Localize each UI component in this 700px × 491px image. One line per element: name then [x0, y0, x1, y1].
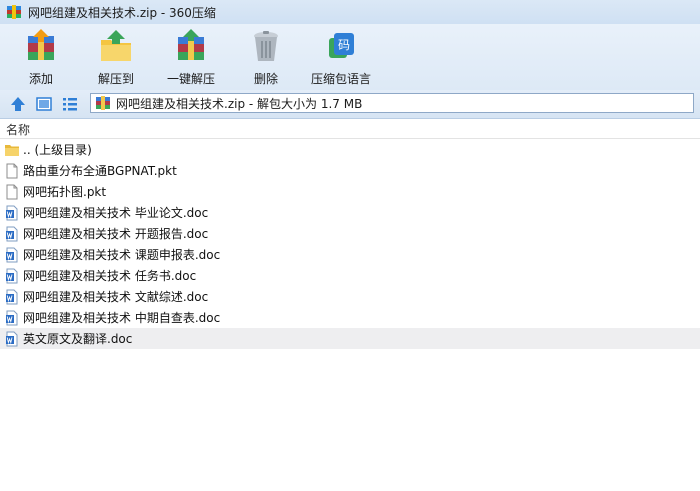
extract-to-button[interactable]: 解压到 — [80, 28, 152, 88]
file-name: .. (上级目录) — [23, 143, 92, 157]
thumbnail-view-icon[interactable] — [35, 95, 53, 113]
add-button[interactable]: 添加 — [5, 28, 77, 88]
one-click-extract-label: 一键解压 — [166, 72, 215, 86]
title-bar: 网吧组建及相关技术.zip - 360压缩 — [0, 0, 700, 24]
folder-icon — [5, 144, 19, 156]
file-name: 路由重分布全通BGPNAT.pkt — [23, 164, 177, 178]
file-row[interactable]: 英文原文及翻译.doc — [0, 328, 700, 349]
file-name: 网吧组建及相关技术 中期自查表.doc — [23, 311, 221, 325]
file-name: 网吧组建及相关技术 毕业论文.doc — [23, 206, 209, 220]
file-row[interactable]: 网吧组建及相关技术 文献综述.doc — [0, 286, 700, 307]
word-document-icon — [6, 268, 18, 283]
extract-folder-icon — [101, 30, 131, 61]
path-text: 网吧组建及相关技术.zip - 解包大小为 1.7 MB — [116, 96, 363, 111]
window-title: 网吧组建及相关技术.zip - 360压缩 — [28, 5, 216, 20]
address-bar: 网吧组建及相关技术.zip - 解包大小为 1.7 MB — [0, 90, 700, 119]
add-archive-icon — [28, 29, 54, 60]
delete-button[interactable]: 删除 — [230, 28, 302, 88]
list-header: 名称 — [0, 119, 700, 139]
file-name: 网吧组建及相关技术 任务书.doc — [23, 269, 197, 283]
file-row[interactable]: 网吧组建及相关技术 中期自查表.doc — [0, 307, 700, 328]
file-icon — [6, 184, 18, 199]
encoding-icon: 码 — [329, 33, 354, 58]
word-document-icon — [6, 247, 18, 262]
trash-icon — [254, 31, 278, 61]
encoding-icon-glyph: 码 — [338, 38, 350, 52]
zip-archive-icon — [96, 96, 110, 110]
word-document-icon — [6, 226, 18, 241]
word-document-icon — [6, 310, 18, 325]
file-row[interactable]: 网吧拓扑图.pkt — [0, 181, 700, 202]
word-document-icon — [6, 331, 18, 346]
extract-to-label: 解压到 — [97, 72, 134, 86]
file-list: .. (上级目录) 路由重分布全通BGPNAT.pkt 网吧拓扑图.pkt 网吧组建及… — [0, 139, 700, 349]
file-name: 英文原文及翻译.doc — [23, 332, 133, 346]
up-arrow-icon[interactable] — [9, 95, 27, 113]
file-row[interactable]: 网吧组建及相关技术 开题报告.doc — [0, 223, 700, 244]
file-row[interactable]: 路由重分布全通BGPNAT.pkt — [0, 160, 700, 181]
file-name: 网吧拓扑图.pkt — [23, 185, 107, 199]
archive-language-button[interactable]: 码 压缩包语言 — [305, 28, 377, 88]
file-name: 网吧组建及相关技术 课题申报表.doc — [23, 248, 221, 262]
file-row[interactable]: .. (上级目录) — [0, 139, 700, 160]
list-view-icon[interactable] — [61, 95, 79, 113]
file-row[interactable]: 网吧组建及相关技术 课题申报表.doc — [0, 244, 700, 265]
one-click-extract-button[interactable]: 一键解压 — [155, 28, 227, 88]
toolbar: 添加 解压到 一键解压 删除 码 压缩包语言 — [0, 24, 700, 90]
delete-label: 删除 — [253, 72, 278, 86]
file-row[interactable]: 网吧组建及相关技术 毕业论文.doc — [0, 202, 700, 223]
path-field[interactable]: 网吧组建及相关技术.zip - 解包大小为 1.7 MB — [90, 93, 694, 113]
file-row[interactable]: 网吧组建及相关技术 任务书.doc — [0, 265, 700, 286]
column-header-name[interactable]: 名称 — [6, 121, 30, 138]
archive-app-icon — [7, 5, 21, 19]
add-label: 添加 — [28, 72, 53, 86]
one-click-extract-icon — [178, 29, 204, 60]
file-name: 网吧组建及相关技术 开题报告.doc — [23, 227, 209, 241]
word-document-icon — [6, 289, 18, 304]
archive-language-label: 压缩包语言 — [310, 72, 371, 86]
file-icon — [6, 163, 18, 178]
word-document-icon — [6, 205, 18, 220]
file-name: 网吧组建及相关技术 文献综述.doc — [23, 290, 209, 304]
